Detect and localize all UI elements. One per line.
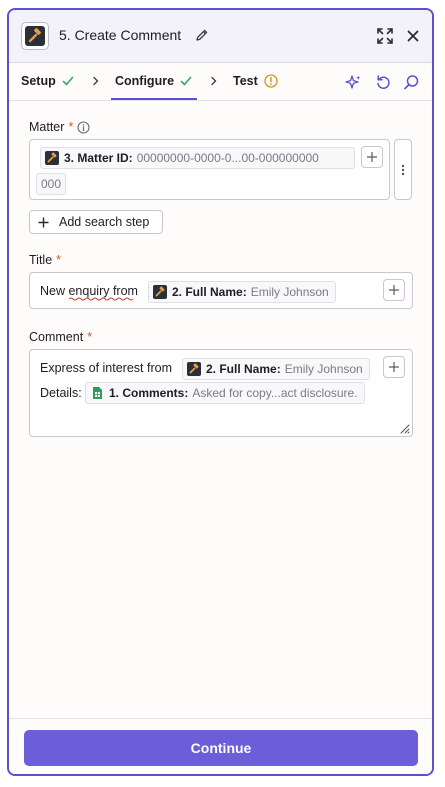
chevron-right-icon bbox=[93, 76, 99, 86]
spreadsheet-icon bbox=[93, 387, 102, 399]
matter-field[interactable]: 3. Matter ID: 00000000-0000-0...00-00000… bbox=[29, 139, 390, 200]
tab-label: Test bbox=[233, 74, 258, 88]
check-icon bbox=[180, 76, 192, 86]
check-icon bbox=[62, 76, 74, 86]
comment-line1-prefix: Express of interest from bbox=[40, 361, 172, 375]
tab-configure[interactable]: Configure bbox=[115, 74, 192, 88]
pill-label: 3. Matter ID: bbox=[64, 151, 133, 165]
pill-value: 00000000-0000-0...00-000000000 bbox=[136, 151, 319, 165]
comment-line2-prefix: Details: bbox=[40, 386, 82, 400]
matter-label: Matter * bbox=[29, 120, 90, 134]
step-title: 5. Create Comment bbox=[59, 27, 182, 43]
resize-handle-icon[interactable] bbox=[398, 422, 410, 434]
sparkle-icon[interactable] bbox=[345, 74, 362, 91]
tab-label: Setup bbox=[21, 74, 56, 88]
expand-icon[interactable] bbox=[376, 27, 394, 45]
insert-data-button[interactable] bbox=[361, 146, 383, 168]
pill-value: Emily Johnson bbox=[250, 285, 329, 299]
continue-button[interactable]: Continue bbox=[24, 730, 418, 766]
title-field[interactable]: New enquiry from 2. Full Name: Emily Joh… bbox=[29, 272, 413, 309]
matter-id-pill[interactable]: 3. Matter ID: 00000000-0000-0...00-00000… bbox=[40, 147, 355, 169]
step-panel: 5. Create Comment Setup Configure Test M… bbox=[7, 8, 434, 776]
matter-id-overflow: 000 bbox=[36, 173, 67, 195]
pill-label: 1. Comments: bbox=[109, 386, 189, 400]
add-search-step-button[interactable]: Add search step bbox=[29, 210, 163, 234]
field-label-text: Matter bbox=[29, 120, 65, 134]
pill-label: 2. Full Name: bbox=[206, 362, 281, 376]
pill-label: 2. Full Name: bbox=[172, 285, 247, 299]
tab-test[interactable]: Test bbox=[233, 74, 278, 88]
panel-footer: Continue bbox=[9, 718, 432, 774]
title-prefix-text: New enquiry from bbox=[40, 284, 138, 298]
gavel-app-icon bbox=[21, 22, 49, 50]
insert-data-button[interactable] bbox=[383, 356, 405, 378]
required-mark: * bbox=[68, 120, 74, 134]
plus-icon bbox=[389, 362, 399, 372]
comment-field[interactable]: Express of interest from 2. Full Name: E… bbox=[29, 349, 413, 437]
chevron-right-icon bbox=[211, 76, 217, 86]
plus-icon bbox=[38, 217, 49, 227]
active-tab-indicator bbox=[111, 98, 197, 100]
gavel-app-icon bbox=[45, 151, 59, 165]
plus-icon bbox=[367, 152, 377, 162]
search-icon[interactable] bbox=[403, 74, 420, 91]
field-label-text: Title bbox=[29, 253, 53, 267]
comments-pill[interactable]: 1. Comments: Asked for copy...act disclo… bbox=[85, 382, 365, 404]
warning-icon bbox=[264, 74, 278, 88]
required-mark: * bbox=[87, 330, 93, 344]
plus-icon bbox=[389, 285, 399, 295]
gavel-app-icon bbox=[153, 285, 167, 299]
gavel-app-icon bbox=[187, 362, 201, 376]
more-options-button[interactable] bbox=[394, 139, 412, 200]
comment-label: Comment * bbox=[29, 330, 92, 344]
add-search-step-label: Add search step bbox=[59, 215, 150, 229]
full-name-pill[interactable]: 2. Full Name: Emily Johnson bbox=[148, 281, 336, 303]
pill-value: Emily Johnson bbox=[284, 362, 363, 376]
close-icon[interactable] bbox=[406, 29, 420, 43]
step-tabs: Setup Configure Test bbox=[9, 63, 432, 101]
spellcheck-underline bbox=[69, 297, 133, 301]
tab-label: Configure bbox=[115, 74, 175, 88]
pencil-icon[interactable] bbox=[195, 28, 209, 42]
title-label: Title * bbox=[29, 253, 61, 267]
undo-icon[interactable] bbox=[375, 74, 392, 91]
pill-value: Asked for copy...act disclosure. bbox=[192, 386, 358, 400]
panel-header: 5. Create Comment bbox=[9, 10, 432, 63]
pill-value: 000 bbox=[41, 177, 62, 191]
tab-setup[interactable]: Setup bbox=[21, 74, 74, 88]
required-mark: * bbox=[56, 253, 62, 267]
info-icon[interactable] bbox=[77, 120, 90, 134]
field-label-text: Comment bbox=[29, 330, 84, 344]
full-name-pill[interactable]: 2. Full Name: Emily Johnson bbox=[182, 358, 370, 380]
more-vertical-icon bbox=[401, 164, 405, 175]
insert-data-button[interactable] bbox=[383, 279, 405, 301]
